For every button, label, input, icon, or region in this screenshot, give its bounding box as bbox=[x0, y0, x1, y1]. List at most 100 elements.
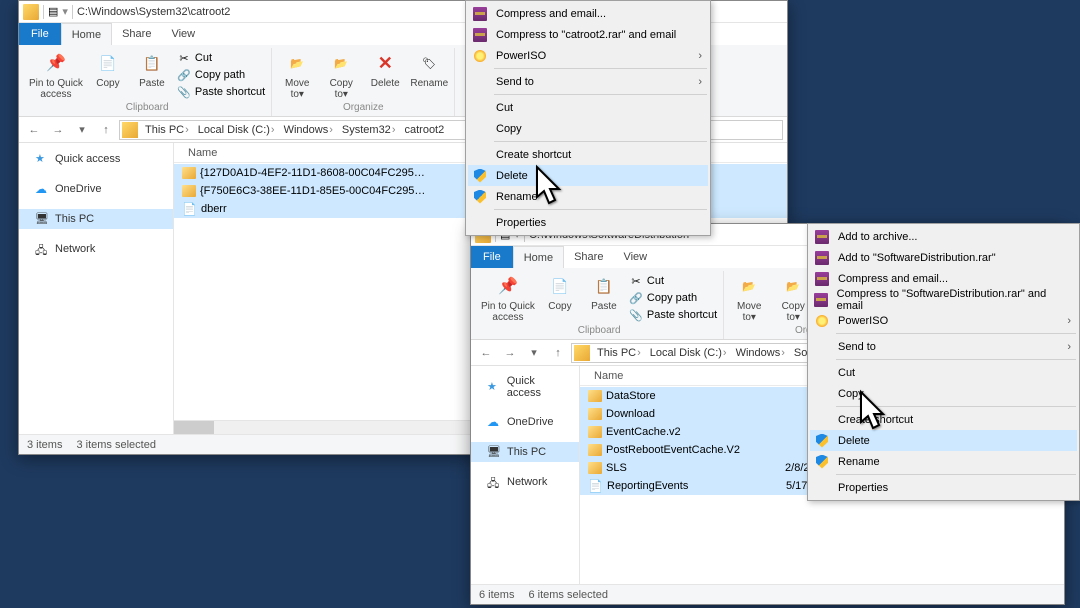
cloud-icon bbox=[487, 415, 501, 429]
menu-item-compress-and-email[interactable]: Compress and email... bbox=[468, 3, 708, 24]
blank-icon bbox=[472, 100, 488, 116]
qat-icon[interactable]: ▤ bbox=[48, 5, 58, 18]
tab-home[interactable]: Home bbox=[513, 246, 564, 268]
file-tab[interactable]: File bbox=[19, 23, 61, 45]
navigation-pane[interactable]: Quick access OneDrive This PC Network bbox=[19, 143, 174, 434]
pin-to-quick-access-button[interactable]: 📌Pin to Quick access bbox=[481, 271, 535, 323]
crumb-catroot2[interactable]: catroot2 bbox=[400, 124, 448, 136]
network-icon bbox=[487, 475, 501, 489]
rename-button[interactable]: 🏷Rename bbox=[410, 48, 448, 90]
menu-item-cut[interactable]: Cut bbox=[810, 362, 1077, 383]
window-title-path: C:\Windows\System32\catroot2 bbox=[77, 6, 230, 18]
star-icon bbox=[487, 380, 501, 394]
paste-button[interactable]: 📋 Paste bbox=[133, 48, 171, 90]
paste-shortcut-button[interactable]: 📎Paste shortcut bbox=[629, 307, 717, 323]
col-name[interactable]: Name bbox=[182, 147, 223, 159]
copy-button[interactable]: 📄 Copy bbox=[89, 48, 127, 90]
sidebar-item-this-pc[interactable]: This PC bbox=[471, 442, 579, 462]
folder-icon bbox=[588, 444, 602, 456]
nav-back-button[interactable]: ← bbox=[23, 119, 45, 141]
move-to-button[interactable]: 📂Move to▾ bbox=[278, 48, 316, 100]
cut-button[interactable]: Cut bbox=[629, 273, 717, 289]
menu-item-create-shortcut[interactable]: Create shortcut bbox=[468, 144, 708, 165]
pin-icon: 📌 bbox=[493, 271, 523, 301]
crumb-this-pc[interactable]: This PC bbox=[593, 347, 646, 359]
nav-recent-button[interactable]: ▾ bbox=[523, 342, 545, 364]
crumb-system32[interactable]: System32 bbox=[338, 124, 401, 136]
menu-item-delete[interactable]: Delete bbox=[810, 430, 1077, 451]
menu-item-label: Add to "SoftwareDistribution.rar" bbox=[838, 252, 996, 264]
pin-to-quick-access-button[interactable]: 📌 Pin to Quick access bbox=[29, 48, 83, 100]
copy-path-button[interactable]: 🔗Copy path bbox=[629, 290, 717, 306]
sidebar-item-quick-access[interactable]: Quick access bbox=[471, 372, 579, 402]
menu-item-copy[interactable]: Copy bbox=[810, 383, 1077, 404]
paste-icon: 📋 bbox=[589, 271, 619, 301]
move-to-button[interactable]: 📂Move to▾ bbox=[730, 271, 768, 323]
nav-up-button[interactable]: ↑ bbox=[95, 119, 117, 141]
folder-icon bbox=[588, 390, 602, 402]
crumb-this-pc[interactable]: This PC bbox=[141, 124, 194, 136]
nav-forward-button[interactable]: → bbox=[499, 342, 521, 364]
file-tab[interactable]: File bbox=[471, 246, 513, 268]
menu-separator bbox=[836, 406, 1076, 407]
qat-dropdown-icon[interactable]: ▾ bbox=[62, 5, 68, 18]
menu-item-send-to[interactable]: Send to bbox=[810, 336, 1077, 357]
paste-button[interactable]: 📋Paste bbox=[585, 271, 623, 313]
tab-view[interactable]: View bbox=[613, 246, 657, 268]
menu-item-poweriso[interactable]: PowerISO bbox=[810, 310, 1077, 331]
delete-button[interactable]: ✕Delete bbox=[366, 48, 404, 90]
blank-icon bbox=[814, 386, 830, 402]
crumb-c[interactable]: Local Disk (C:) bbox=[646, 347, 732, 359]
menu-separator bbox=[494, 141, 707, 142]
cut-button[interactable]: Cut bbox=[177, 50, 265, 66]
menu-item-create-shortcut[interactable]: Create shortcut bbox=[810, 409, 1077, 430]
crumb-windows[interactable]: Windows bbox=[732, 347, 790, 359]
nav-recent-button[interactable]: ▾ bbox=[71, 119, 93, 141]
menu-item-copy[interactable]: Copy bbox=[468, 118, 708, 139]
winrar-icon bbox=[472, 6, 488, 22]
menu-item-rename[interactable]: Rename bbox=[810, 451, 1077, 472]
rename-icon: 🏷 bbox=[414, 48, 444, 78]
scissors-icon bbox=[629, 274, 643, 288]
copy-button[interactable]: 📄Copy bbox=[541, 271, 579, 313]
menu-item-poweriso[interactable]: PowerISO bbox=[468, 45, 708, 66]
tab-view[interactable]: View bbox=[161, 23, 205, 45]
status-selected: 6 items selected bbox=[528, 589, 607, 601]
paste-shortcut-button[interactable]: 📎Paste shortcut bbox=[177, 84, 265, 100]
winrar-icon bbox=[814, 271, 830, 287]
copy-to-button[interactable]: 📂Copy to▾ bbox=[322, 48, 360, 100]
nav-up-button[interactable]: ↑ bbox=[547, 342, 569, 364]
nav-forward-button[interactable]: → bbox=[47, 119, 69, 141]
navigation-pane[interactable]: Quick access OneDrive This PC Network bbox=[471, 366, 580, 584]
menu-item-cut[interactable]: Cut bbox=[468, 97, 708, 118]
menu-item-compress-to-softwaredistribution-rar-and-email[interactable]: Compress to "SoftwareDistribution.rar" a… bbox=[810, 289, 1077, 310]
tab-share[interactable]: Share bbox=[564, 246, 613, 268]
menu-item-compress-to-catroot2-rar-and-email[interactable]: Compress to "catroot2.rar" and email bbox=[468, 24, 708, 45]
context-menu[interactable]: Compress and email...Compress to "catroo… bbox=[465, 0, 711, 236]
tab-home[interactable]: Home bbox=[61, 23, 112, 45]
menu-item-label: Create shortcut bbox=[496, 149, 571, 161]
col-name[interactable]: Name bbox=[588, 370, 768, 382]
menu-item-rename[interactable]: Rename bbox=[468, 186, 708, 207]
menu-item-compress-and-email[interactable]: Compress and email... bbox=[810, 268, 1077, 289]
menu-item-send-to[interactable]: Send to bbox=[468, 71, 708, 92]
menu-item-add-to-archive[interactable]: Add to archive... bbox=[810, 226, 1077, 247]
nav-back-button[interactable]: ← bbox=[475, 342, 497, 364]
sidebar-item-network[interactable]: Network bbox=[471, 472, 579, 492]
sidebar-item-quick-access[interactable]: Quick access bbox=[19, 149, 173, 169]
menu-item-delete[interactable]: Delete bbox=[468, 165, 708, 186]
menu-item-add-to-softwaredistribution-rar[interactable]: Add to "SoftwareDistribution.rar" bbox=[810, 247, 1077, 268]
copy-path-icon: 🔗 bbox=[177, 68, 191, 82]
sidebar-item-onedrive[interactable]: OneDrive bbox=[471, 412, 579, 432]
sidebar-item-network[interactable]: Network bbox=[19, 239, 173, 259]
sidebar-item-this-pc[interactable]: This PC bbox=[19, 209, 173, 229]
crumb-c[interactable]: Local Disk (C:) bbox=[194, 124, 280, 136]
sidebar-item-onedrive[interactable]: OneDrive bbox=[19, 179, 173, 199]
crumb-windows[interactable]: Windows bbox=[280, 124, 338, 136]
tab-share[interactable]: Share bbox=[112, 23, 161, 45]
copy-path-button[interactable]: 🔗Copy path bbox=[177, 67, 265, 83]
file-name: EventCache.v2 bbox=[606, 426, 781, 438]
menu-item-properties[interactable]: Properties bbox=[810, 477, 1077, 498]
menu-item-properties[interactable]: Properties bbox=[468, 212, 708, 233]
context-menu[interactable]: Add to archive... Add to "SoftwareDistrib… bbox=[807, 223, 1080, 501]
